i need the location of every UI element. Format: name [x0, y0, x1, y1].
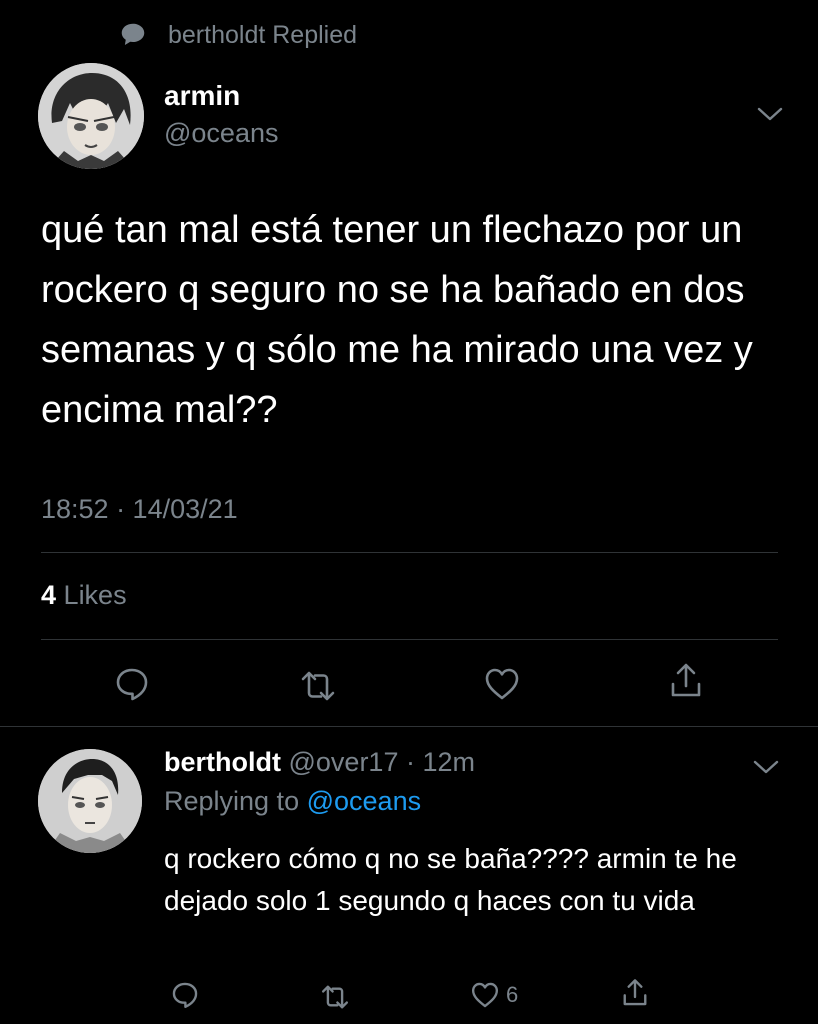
reply-like-button[interactable]: 6: [470, 980, 518, 1010]
heart-icon: [471, 982, 499, 1008]
reply-avatar[interactable]: [38, 749, 142, 853]
social-context[interactable]: bertholdt Replied: [118, 18, 357, 52]
author-display-name[interactable]: armin: [164, 80, 240, 112]
retweet-icon[interactable]: [320, 982, 350, 1012]
tweet-timestamp[interactable]: 18:52 · 14/03/21: [41, 494, 238, 525]
chevron-down-icon[interactable]: [752, 757, 780, 777]
reply-text: q rockero cómo q no se baña???? armin te…: [164, 843, 737, 916]
reply-display-name[interactable]: bertholdt: [164, 747, 281, 777]
author-handle[interactable]: @oceans: [164, 118, 278, 149]
likes-stat[interactable]: 4 Likes: [41, 580, 127, 611]
chevron-down-icon[interactable]: [756, 104, 784, 124]
avatar-portrait: [38, 63, 144, 169]
reply-like-count: 6: [506, 982, 519, 1007]
reply-meta[interactable]: @over17 · 12m: [289, 747, 475, 777]
avatar-portrait: [38, 749, 142, 853]
likes-count: 4: [41, 580, 57, 610]
divider: [41, 552, 778, 553]
retweet-icon[interactable]: [299, 667, 337, 705]
reply-icon[interactable]: [170, 980, 200, 1010]
context-label: bertholdt Replied: [168, 20, 358, 49]
reply-icon[interactable]: [113, 665, 151, 703]
speech-bubble-icon: [121, 23, 145, 45]
tweet-text: qué tan mal está tener un flechazo por u…: [41, 209, 753, 431]
share-icon[interactable]: [620, 978, 650, 1008]
replying-to-handle[interactable]: @oceans: [307, 786, 421, 816]
share-icon[interactable]: [667, 662, 705, 700]
replying-to-label: Replying to: [164, 786, 300, 816]
replying-to: Replying to @oceans: [164, 786, 421, 817]
reply-header: bertholdt @over17 · 12m: [164, 747, 724, 778]
divider: [0, 726, 818, 727]
avatar[interactable]: [38, 63, 144, 169]
divider: [41, 639, 778, 640]
likes-label: Likes: [63, 580, 127, 610]
heart-icon[interactable]: [483, 665, 521, 703]
